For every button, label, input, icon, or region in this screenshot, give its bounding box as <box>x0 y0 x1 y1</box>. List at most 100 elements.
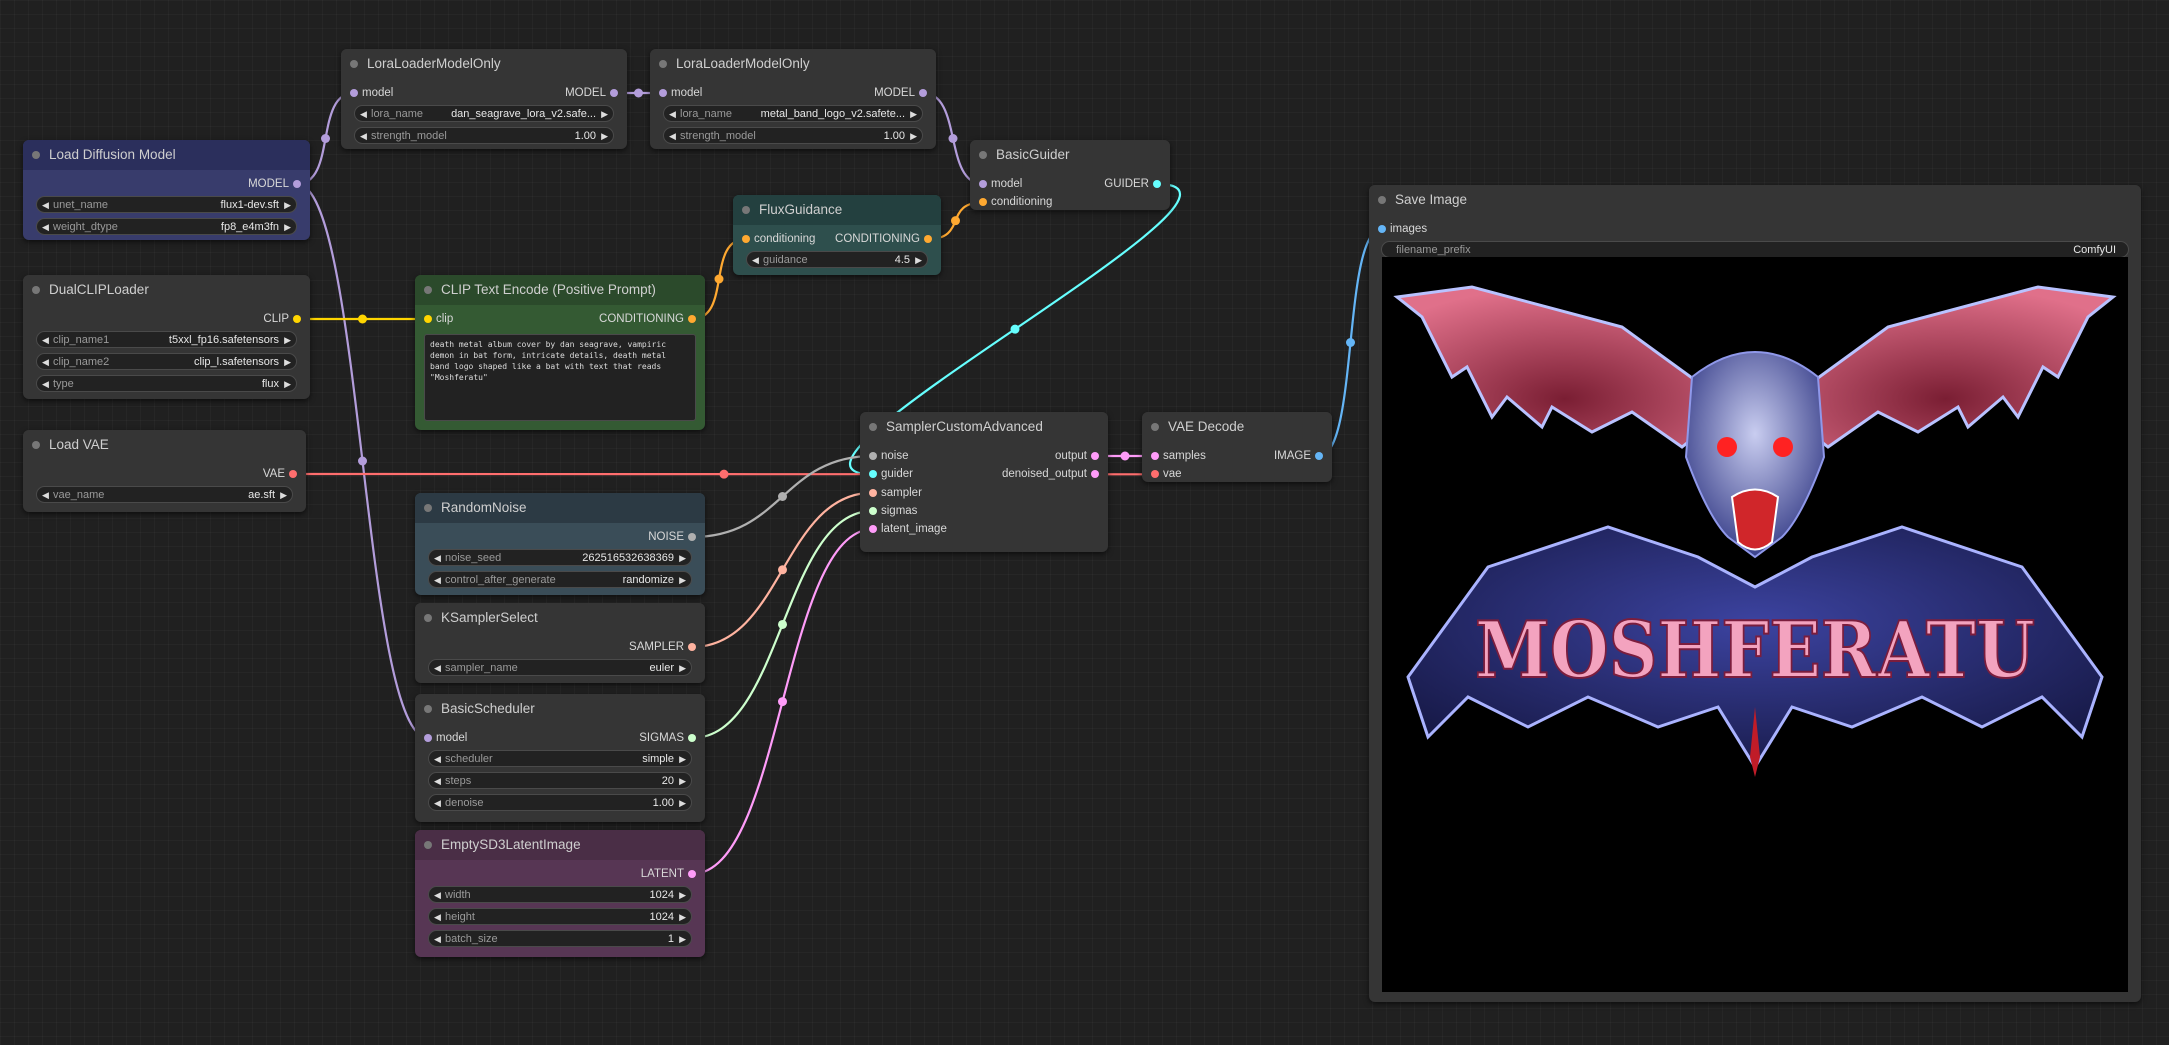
slot-pin-icon[interactable] <box>688 734 696 742</box>
arrow-right-icon[interactable]: ▶ <box>679 660 686 675</box>
widget-unet-name[interactable]: ◀ unet_name flux1-dev.sft ▶ <box>36 196 297 214</box>
slot-pin-icon[interactable] <box>919 89 927 97</box>
node-header[interactable]: LoraLoaderModelOnly <box>341 49 627 79</box>
slot-pin-icon[interactable] <box>659 89 667 97</box>
slot-pin-icon[interactable] <box>924 235 932 243</box>
arrow-left-icon[interactable]: ◀ <box>434 773 441 788</box>
slot-pin-icon[interactable] <box>1151 452 1159 460</box>
output-slot-clip[interactable]: CLIP <box>263 312 301 326</box>
arrow-left-icon[interactable]: ◀ <box>42 376 49 391</box>
slot-pin-icon[interactable] <box>742 235 750 243</box>
arrow-left-icon[interactable]: ◀ <box>42 332 49 347</box>
input-slot-conditioning[interactable]: conditioning <box>742 232 815 246</box>
slot-pin-icon[interactable] <box>869 525 877 534</box>
slot-pin-icon[interactable] <box>424 315 432 323</box>
arrow-left-icon[interactable]: ◀ <box>360 128 367 143</box>
slot-pin-icon[interactable] <box>979 198 987 207</box>
node-header[interactable]: Save Image <box>1369 185 2141 215</box>
widget-height[interactable]: ◀ height 1024 ▶ <box>428 908 692 926</box>
arrow-right-icon[interactable]: ▶ <box>679 751 686 766</box>
output-slot-conditioning[interactable]: CONDITIONING <box>835 232 932 246</box>
arrow-right-icon[interactable]: ▶ <box>679 931 686 946</box>
node-dual-clip[interactable]: DualCLIPLoader CLIP ◀ clip_name1 t5xxl_fp16.… <box>23 275 310 399</box>
arrow-left-icon[interactable]: ◀ <box>434 550 441 565</box>
node-clip-text[interactable]: CLIP Text Encode (Positive Prompt) clip CO… <box>415 275 705 430</box>
output-slot-model[interactable]: MODEL <box>565 86 618 100</box>
slot-pin-icon[interactable] <box>688 643 696 651</box>
input-slot-latent-image[interactable]: latent_image <box>869 522 947 536</box>
input-slot-model[interactable]: model <box>350 86 393 100</box>
input-slot-sampler[interactable]: sampler <box>869 486 922 500</box>
arrow-right-icon[interactable]: ▶ <box>601 106 608 121</box>
arrow-right-icon[interactable]: ▶ <box>679 773 686 788</box>
collapse-dot-icon[interactable] <box>32 441 40 449</box>
arrow-left-icon[interactable]: ◀ <box>752 252 759 267</box>
node-header[interactable]: EmptySD3LatentImage <box>415 830 705 860</box>
widget-lora-name[interactable]: ◀ lora_name metal_band_logo_v2.safete... ▶ <box>663 105 923 123</box>
slot-pin-icon[interactable] <box>688 870 696 878</box>
widget-clip-name1[interactable]: ◀ clip_name1 t5xxl_fp16.safetensors ▶ <box>36 331 297 349</box>
output-slot-noise[interactable]: NOISE <box>648 530 696 544</box>
slot-pin-icon[interactable] <box>293 315 301 323</box>
slot-pin-icon[interactable] <box>1091 470 1099 479</box>
widget-control-after-generate[interactable]: ◀ control_after_generate randomize ▶ <box>428 571 692 589</box>
collapse-dot-icon[interactable] <box>32 286 40 294</box>
node-header[interactable]: Load VAE <box>23 430 306 460</box>
input-slot-images[interactable]: images <box>1378 222 1427 236</box>
collapse-dot-icon[interactable] <box>32 151 40 159</box>
widget-type[interactable]: ◀ type flux ▶ <box>36 375 297 393</box>
widget-sampler-name[interactable]: ◀ sampler_name euler ▶ <box>428 659 692 677</box>
widget-strength-model[interactable]: ◀ strength_model 1.00 ▶ <box>663 127 923 145</box>
output-slot-model[interactable]: MODEL <box>248 177 301 191</box>
slot-pin-icon[interactable] <box>869 488 877 497</box>
output-slot-latent[interactable]: LATENT <box>641 867 696 881</box>
output-slot-sampler[interactable]: SAMPLER <box>629 640 696 654</box>
slot-pin-icon[interactable] <box>610 89 618 97</box>
slot-pin-icon[interactable] <box>289 470 297 478</box>
arrow-right-icon[interactable]: ▶ <box>910 106 917 121</box>
slot-pin-icon[interactable] <box>688 315 696 323</box>
slot-pin-icon[interactable] <box>869 506 877 515</box>
output-slot-denoised-output[interactable]: denoised_output <box>1002 467 1099 481</box>
prompt-textarea[interactable]: death metal album cover by dan seagrave,… <box>424 334 696 421</box>
input-slot-model[interactable]: model <box>979 177 1022 191</box>
widget-scheduler[interactable]: ◀ scheduler simple ▶ <box>428 750 692 768</box>
arrow-right-icon[interactable]: ▶ <box>284 376 291 391</box>
collapse-dot-icon[interactable] <box>979 151 987 159</box>
slot-pin-icon[interactable] <box>979 180 987 188</box>
node-random-noise[interactable]: RandomNoise NOISE ◀ noise_seed 2625165326383… <box>415 493 705 595</box>
arrow-right-icon[interactable]: ▶ <box>679 909 686 924</box>
input-slot-clip[interactable]: clip <box>424 312 453 326</box>
slot-pin-icon[interactable] <box>869 452 877 460</box>
node-header[interactable]: Load Diffusion Model <box>23 140 310 170</box>
slot-pin-icon[interactable] <box>350 89 358 97</box>
arrow-left-icon[interactable]: ◀ <box>42 219 49 234</box>
arrow-left-icon[interactable]: ◀ <box>434 887 441 902</box>
collapse-dot-icon[interactable] <box>869 423 877 431</box>
node-lora2[interactable]: LoraLoaderModelOnly model MODEL ◀ lora_name m… <box>650 49 936 149</box>
node-header[interactable]: KSamplerSelect <box>415 603 705 633</box>
collapse-dot-icon[interactable] <box>742 206 750 214</box>
output-slot-vae[interactable]: VAE <box>263 467 297 481</box>
node-header[interactable]: DualCLIPLoader <box>23 275 310 305</box>
output-slot-conditioning[interactable]: CONDITIONING <box>599 312 696 326</box>
node-vae-decode[interactable]: VAE Decode samples IMAGE vae <box>1142 412 1332 482</box>
arrow-left-icon[interactable]: ◀ <box>669 128 676 143</box>
slot-pin-icon[interactable] <box>688 533 696 541</box>
slot-pin-icon[interactable] <box>1153 180 1161 188</box>
widget-width[interactable]: ◀ width 1024 ▶ <box>428 886 692 904</box>
arrow-left-icon[interactable]: ◀ <box>434 795 441 810</box>
arrow-left-icon[interactable]: ◀ <box>42 197 49 212</box>
widget-denoise[interactable]: ◀ denoise 1.00 ▶ <box>428 794 692 812</box>
slot-pin-icon[interactable] <box>1091 452 1099 460</box>
output-slot-image[interactable]: IMAGE <box>1274 449 1323 463</box>
arrow-right-icon[interactable]: ▶ <box>280 487 287 502</box>
arrow-right-icon[interactable]: ▶ <box>284 332 291 347</box>
arrow-left-icon[interactable]: ◀ <box>669 106 676 121</box>
input-slot-sigmas[interactable]: sigmas <box>869 504 917 518</box>
node-lora1[interactable]: LoraLoaderModelOnly model MODEL ◀ lora_name d… <box>341 49 627 149</box>
arrow-right-icon[interactable]: ▶ <box>284 219 291 234</box>
arrow-left-icon[interactable]: ◀ <box>42 487 49 502</box>
input-slot-vae[interactable]: vae <box>1151 467 1182 481</box>
input-slot-guider[interactable]: guider <box>869 467 913 481</box>
